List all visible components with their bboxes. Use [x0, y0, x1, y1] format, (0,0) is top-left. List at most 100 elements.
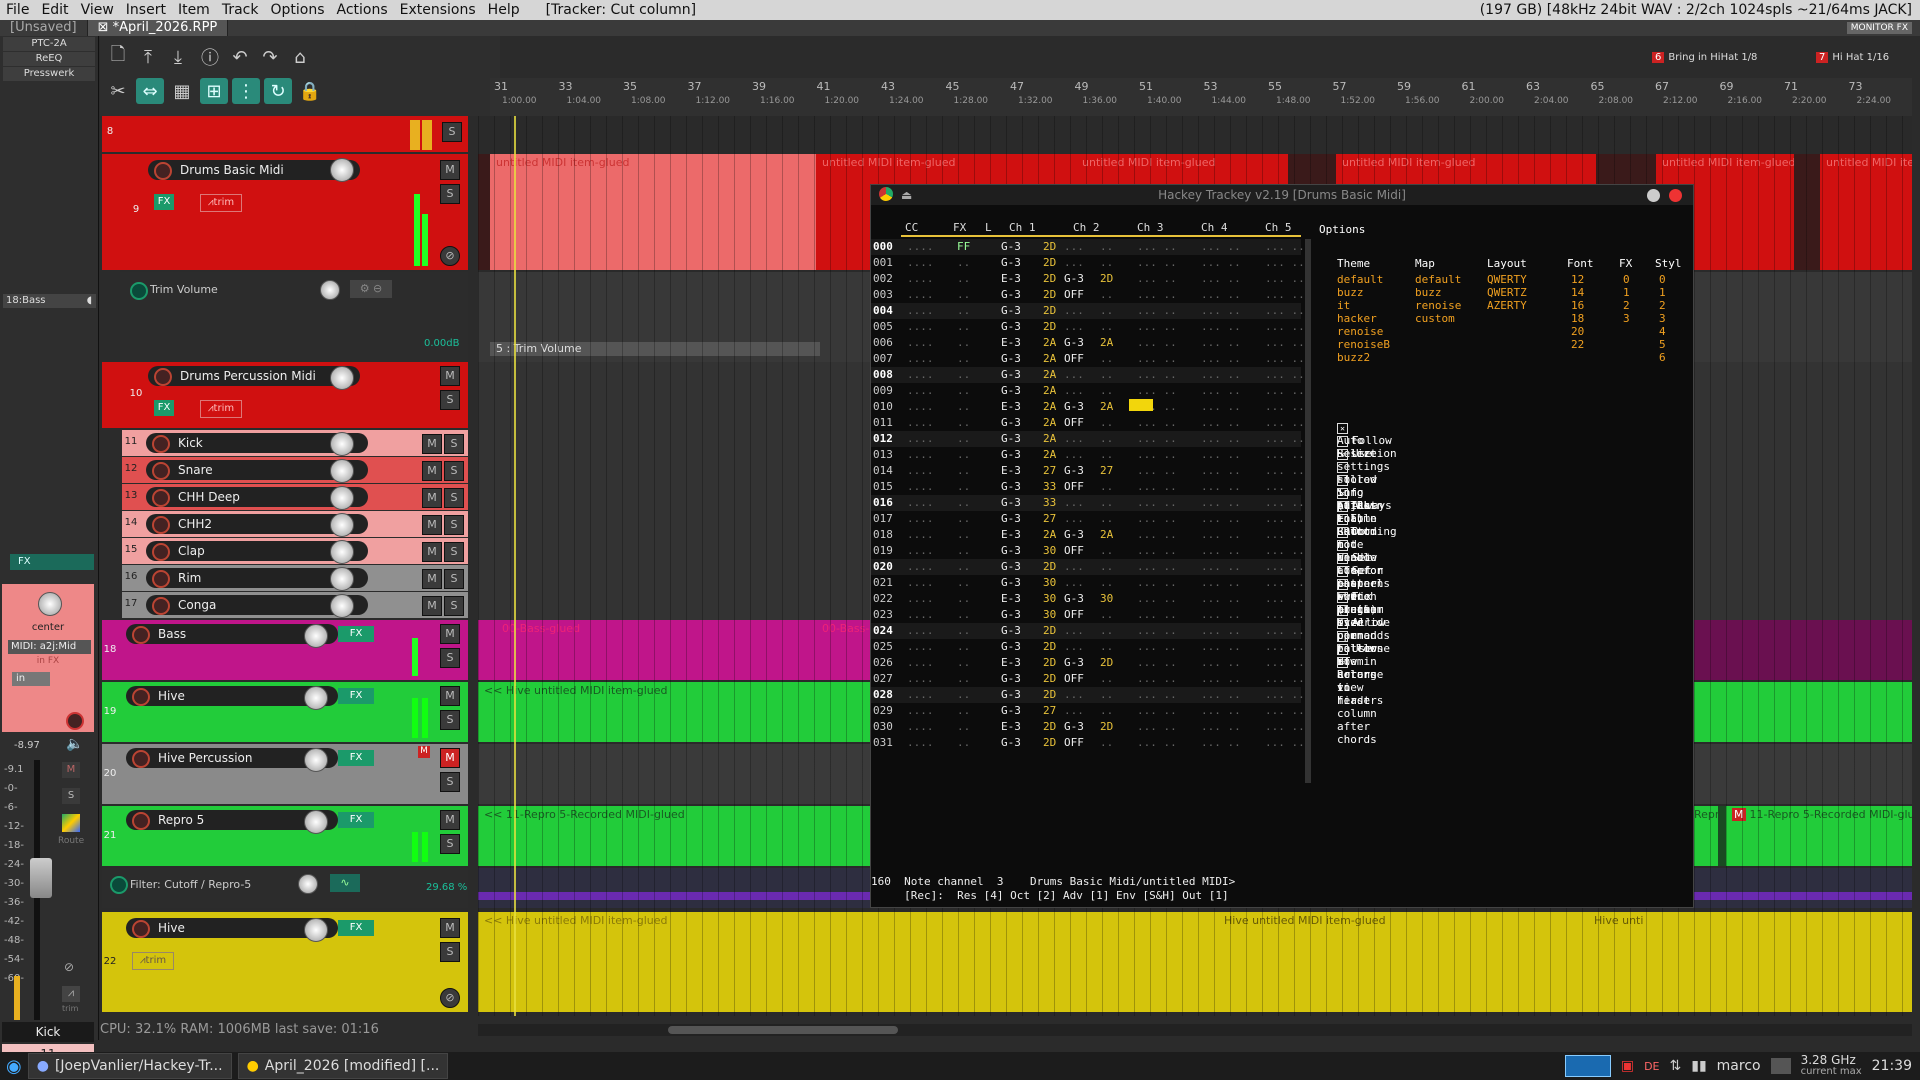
note-cell[interactable]: G-3 [1001, 639, 1021, 655]
mute-button[interactable]: M [62, 762, 80, 778]
option-layout[interactable]: QWERTZ [1487, 286, 1527, 299]
empty-cell[interactable]: ... .. [1265, 639, 1305, 655]
menu-item[interactable]: Item [172, 2, 216, 18]
empty-cell[interactable]: ... .. [1265, 607, 1305, 623]
empty-cell[interactable]: ... .. [1137, 495, 1177, 511]
empty-cell[interactable]: ... .. [1137, 607, 1177, 623]
empty-cell[interactable]: ... .. [1137, 367, 1177, 383]
velocity-cell[interactable]: 2A [1100, 399, 1113, 415]
pdf-icon[interactable]: ▣ [1621, 1058, 1634, 1074]
velocity-cell[interactable]: 2A [1043, 447, 1056, 463]
empty-cell[interactable]: ... .. [1265, 319, 1305, 335]
velocity-cell[interactable]: 2D [1100, 655, 1113, 671]
solo-button[interactable]: S [62, 788, 80, 804]
menu-track[interactable]: Track [216, 2, 265, 18]
option-fx[interactable]: 0 [1623, 273, 1630, 286]
velocity-cell[interactable]: .. [1100, 639, 1113, 655]
fx-cell[interactable]: .. [957, 671, 970, 687]
checkbox-unchecked-icon[interactable] [1337, 461, 1348, 473]
fx-cell[interactable]: .. [957, 623, 970, 639]
pattern-row[interactable]: 005...... G-3 2D..... ... .. ... .. ... .. [871, 319, 1305, 335]
note-cell[interactable]: G-3 [1064, 463, 1084, 479]
workspace-switcher-icon[interactable] [1564, 1055, 1611, 1077]
mute-button[interactable]: M [422, 461, 442, 481]
mute-button[interactable]: M [422, 434, 442, 454]
empty-cell[interactable]: ... .. [1201, 703, 1241, 719]
pattern-row[interactable]: 024...... G-3 2D..... ... .. ... .. ... .. [871, 623, 1305, 639]
note-cell[interactable]: G-3 [1001, 351, 1021, 367]
mute-button[interactable]: M [422, 542, 442, 562]
empty-cell[interactable]: ... .. [1265, 287, 1305, 303]
mute-button[interactable]: M [440, 624, 460, 644]
velocity-cell[interactable]: .. [1100, 511, 1113, 527]
note-cell[interactable]: G-3 [1001, 495, 1021, 511]
track-8-panel[interactable]: 8 S [102, 116, 468, 152]
fx-cell[interactable]: .. [957, 447, 970, 463]
empty-cell[interactable]: ... .. [1201, 655, 1241, 671]
empty-cell[interactable]: ... .. [1265, 559, 1305, 575]
input-mode-select[interactable]: in [12, 672, 50, 686]
velocity-cell[interactable]: .. [1100, 415, 1113, 431]
volume-knob[interactable] [304, 686, 328, 710]
option-font[interactable]: 12 [1571, 273, 1584, 286]
mute-button[interactable]: M [422, 569, 442, 589]
empty-cell[interactable]: ... .. [1265, 383, 1305, 399]
note-cell[interactable]: G-3 [1001, 431, 1021, 447]
note-cell[interactable]: G-3 [1001, 511, 1021, 527]
empty-cell[interactable]: ... .. [1137, 623, 1177, 639]
empty-cell[interactable]: ... .. [1201, 367, 1241, 383]
fx-cell[interactable]: .. [957, 559, 970, 575]
pattern-scrollbar[interactable] [1305, 239, 1311, 783]
edit-cursor[interactable] [1129, 399, 1153, 411]
option-layout[interactable]: AZERTY [1487, 299, 1527, 312]
note-cell[interactable]: ... [1064, 383, 1084, 399]
empty-cell[interactable]: ... .. [1137, 511, 1177, 527]
record-arm-icon[interactable] [152, 489, 170, 507]
fx-cell[interactable]: .. [957, 527, 970, 543]
empty-cell[interactable]: ... .. [1137, 303, 1177, 319]
cc-cell[interactable]: .... [907, 607, 934, 623]
empty-cell[interactable]: ... .. [1265, 463, 1305, 479]
option-theme[interactable]: renoise [1337, 325, 1383, 338]
fx-cell[interactable]: .. [957, 639, 970, 655]
empty-cell[interactable]: ... .. [1137, 335, 1177, 351]
note-cell[interactable]: G-3 [1001, 255, 1021, 271]
option-style[interactable]: 5 [1659, 338, 1666, 351]
volume-knob[interactable] [330, 594, 354, 618]
checkbox-unchecked-icon[interactable] [1337, 630, 1348, 642]
column-header-ch3[interactable]: Ch 3 [1137, 221, 1164, 234]
velocity-cell[interactable]: 2D [1043, 623, 1056, 639]
fx-cell[interactable]: .. [957, 735, 970, 751]
cc-cell[interactable]: .... [907, 271, 934, 287]
velocity-cell[interactable]: 2D [1043, 287, 1056, 303]
midi-item[interactable]: untitled MIDI item-glued [490, 154, 816, 270]
volume-knob[interactable] [330, 540, 354, 564]
filter-envelope-panel[interactable]: Filter: Cutoff / Repro-5 ∿ 29.68 % [102, 868, 468, 908]
note-cell[interactable]: OFF [1064, 479, 1084, 495]
option-theme[interactable]: renoiseB [1337, 338, 1390, 351]
note-cell[interactable]: G-3 [1064, 335, 1084, 351]
empty-cell[interactable]: ... .. [1265, 655, 1305, 671]
empty-cell[interactable]: ... .. [1201, 735, 1241, 751]
empty-cell[interactable]: ... .. [1137, 703, 1177, 719]
solo-button[interactable]: S [444, 596, 464, 616]
fx-cell[interactable]: .. [957, 655, 970, 671]
solo-button[interactable]: S [444, 461, 464, 481]
empty-cell[interactable]: ... .. [1265, 671, 1305, 687]
fx-button[interactable]: FX [338, 626, 374, 642]
velocity-cell[interactable]: .. [1100, 559, 1113, 575]
option-map[interactable]: buzz [1415, 286, 1442, 299]
empty-cell[interactable]: ... .. [1137, 287, 1177, 303]
velocity-cell[interactable]: 30 [1043, 607, 1056, 623]
solo-button[interactable]: S [440, 772, 460, 792]
cc-cell[interactable]: .... [907, 287, 934, 303]
empty-cell[interactable]: ... .. [1137, 719, 1177, 735]
phase-icon[interactable]: ⊘ [440, 988, 460, 1008]
velocity-cell[interactable]: 30 [1043, 575, 1056, 591]
track-hive-perc-panel[interactable]: 20 Hive Percussion FX M M S [102, 744, 468, 804]
cc-cell[interactable]: .... [907, 735, 934, 751]
fx-cell[interactable]: .. [957, 511, 970, 527]
fx-cell[interactable]: .. [957, 543, 970, 559]
pan-knob[interactable] [38, 592, 62, 616]
velocity-cell[interactable]: .. [1100, 447, 1113, 463]
